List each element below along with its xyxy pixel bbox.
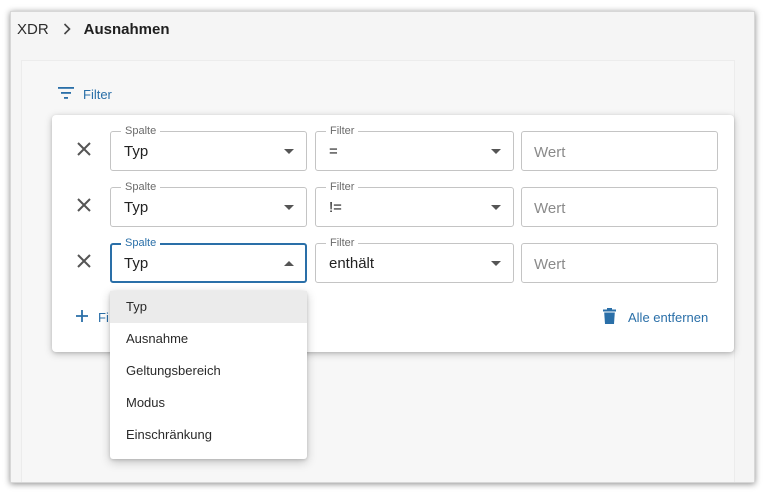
menu-option[interactable]: Typ xyxy=(110,291,307,323)
column-select[interactable]: Spalte Typ xyxy=(110,180,307,227)
close-icon xyxy=(77,141,91,161)
breadcrumb-current: Ausnahmen xyxy=(83,20,170,38)
operator-select-legend: Filter xyxy=(326,236,359,250)
menu-option[interactable]: Ausnahme xyxy=(110,323,307,355)
remove-filter-button[interactable] xyxy=(74,141,94,161)
value-input[interactable] xyxy=(534,142,704,162)
column-select-value: Typ xyxy=(124,199,149,216)
caret-up-icon xyxy=(284,261,294,266)
column-select-open[interactable]: Spalte Typ xyxy=(110,236,307,283)
caret-down-icon xyxy=(491,205,501,210)
value-input[interactable] xyxy=(534,198,704,218)
caret-down-icon xyxy=(284,149,294,154)
remove-filter-button[interactable] xyxy=(74,197,94,217)
value-input[interactable] xyxy=(534,254,704,274)
plus-icon xyxy=(76,310,88,325)
column-select[interactable]: Spalte Typ xyxy=(110,124,307,171)
filter-toggle-button[interactable]: Filter xyxy=(58,87,112,102)
value-field xyxy=(521,243,718,283)
close-icon xyxy=(77,253,91,273)
column-select-value: Typ xyxy=(124,143,149,160)
breadcrumb-root[interactable]: XDR xyxy=(17,21,49,38)
filter-list-icon xyxy=(58,87,83,102)
menu-option[interactable]: Modus xyxy=(110,387,307,419)
close-icon xyxy=(77,197,91,217)
remove-all-label: Alle entfernen xyxy=(628,310,709,325)
filter-row: Spalte Typ Filter enthält xyxy=(52,236,734,283)
column-select-legend: Spalte xyxy=(121,124,161,138)
value-field xyxy=(521,131,718,171)
app-window: XDR Ausnahmen Filter Spalte Typ Filter =… xyxy=(10,11,755,483)
menu-option[interactable]: Geltungsbereich xyxy=(110,355,307,387)
operator-select-legend: Filter xyxy=(326,180,359,194)
value-field xyxy=(521,187,718,227)
operator-select[interactable]: Filter enthält xyxy=(315,236,514,283)
caret-down-icon xyxy=(491,149,501,154)
caret-down-icon xyxy=(491,261,501,266)
filter-toggle-label: Filter xyxy=(83,87,112,102)
column-select-legend: Spalte xyxy=(121,236,161,250)
column-select-legend: Spalte xyxy=(121,180,161,194)
filter-row: Spalte Typ Filter != xyxy=(52,180,734,227)
add-filter-button[interactable]: Fi xyxy=(76,310,109,325)
caret-down-icon xyxy=(284,205,294,210)
chevron-right-icon xyxy=(61,23,73,35)
operator-select-value: != xyxy=(329,199,342,216)
remove-filter-button[interactable] xyxy=(74,253,94,273)
remove-all-button[interactable]: Alle entfernen xyxy=(603,308,708,327)
operator-select-value: enthält xyxy=(329,255,375,272)
menu-option[interactable]: Einschränkung xyxy=(110,419,307,451)
operator-select[interactable]: Filter = xyxy=(315,124,514,171)
filter-row: Spalte Typ Filter = xyxy=(52,124,734,171)
column-dropdown-menu: Typ Ausnahme Geltungsbereich Modus Einsc… xyxy=(110,291,307,459)
operator-select-value: = xyxy=(329,143,338,160)
operator-select[interactable]: Filter != xyxy=(315,180,514,227)
column-select-value: Typ xyxy=(124,255,149,272)
trash-icon xyxy=(603,308,616,327)
add-filter-label: Fi xyxy=(98,310,109,325)
operator-select-legend: Filter xyxy=(326,124,359,138)
breadcrumb: XDR Ausnahmen xyxy=(17,19,170,39)
